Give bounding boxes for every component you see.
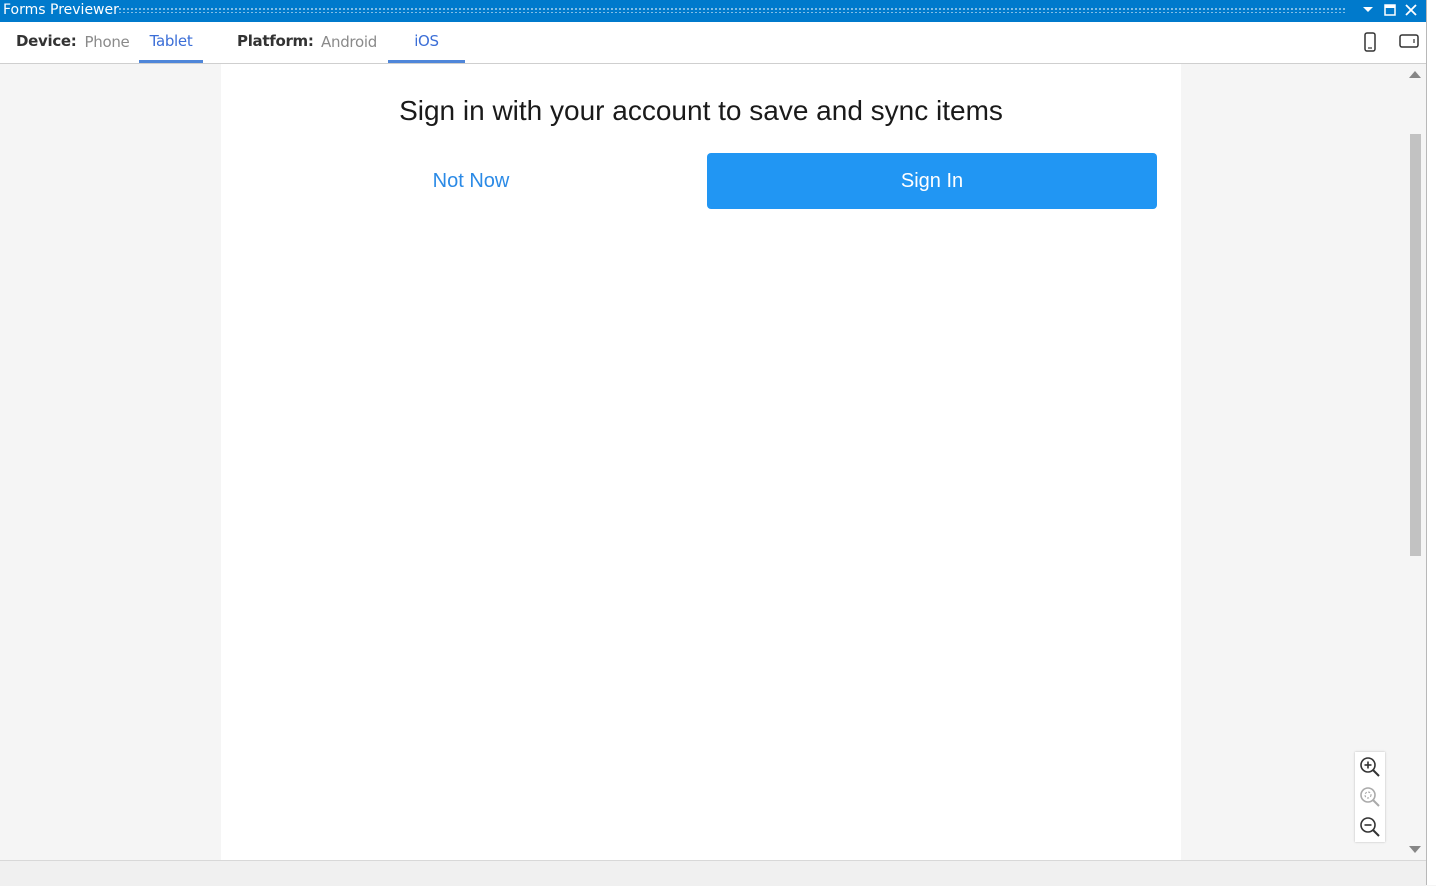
dropdown-icon[interactable]: [1358, 0, 1378, 20]
previewer-toolbar: Device: Phone Tablet Platform: Android i…: [0, 22, 1426, 64]
maximize-icon[interactable]: [1380, 0, 1400, 20]
tab-phone[interactable]: Phone: [78, 22, 136, 63]
background-editor-edge: [1426, 0, 1436, 885]
sign-in-button[interactable]: Sign In: [707, 153, 1157, 209]
window-title: Forms Previewer: [3, 2, 119, 18]
phone-portrait-icon[interactable]: [1364, 32, 1376, 52]
tab-android[interactable]: Android: [314, 22, 384, 63]
scroll-up-icon[interactable]: [1409, 71, 1421, 78]
platform-label: Platform:: [237, 32, 314, 50]
zoom-controls: [1355, 752, 1385, 842]
preview-canvas: Sign in with your account to save and sy…: [0, 64, 1405, 860]
scroll-down-icon[interactable]: [1409, 846, 1421, 853]
horizontal-scrollbar[interactable]: [0, 860, 1426, 886]
tab-ios[interactable]: iOS: [388, 22, 465, 63]
not-now-button[interactable]: Not Now: [281, 153, 661, 209]
window-titlebar: Forms Previewer: [0, 0, 1426, 22]
signin-heading: Sign in with your account to save and sy…: [399, 95, 1003, 126]
device-label: Device:: [16, 32, 77, 50]
zoom-out-icon[interactable]: [1358, 815, 1382, 839]
zoom-reset-icon[interactable]: [1358, 785, 1382, 809]
tablet-landscape-icon[interactable]: [1399, 34, 1419, 48]
close-icon[interactable]: [1401, 0, 1421, 20]
titlebar-grip[interactable]: [118, 7, 1346, 13]
vertical-scrollbar[interactable]: [1405, 64, 1425, 860]
scrollbar-thumb[interactable]: [1410, 134, 1421, 556]
tab-tablet[interactable]: Tablet: [139, 22, 203, 63]
zoom-in-icon[interactable]: [1358, 755, 1382, 779]
device-screen: Sign in with your account to save and sy…: [221, 64, 1181, 860]
